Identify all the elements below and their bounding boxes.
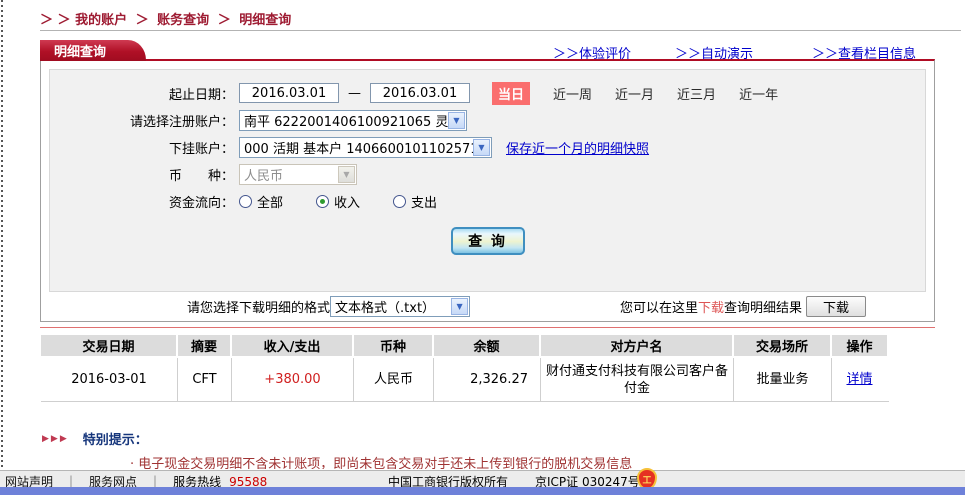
footer: 网站声明 ｜ 服务网点 ｜ 服务热线 95588 中国工商银行版权所有 京ICP… — [0, 470, 965, 487]
currency-label: 币 种： — [50, 165, 234, 184]
query-panel: 起止日期： 2016.03.01 — 2016.03.01 当日 近一周 近一月… — [40, 59, 935, 322]
table-header-row: 交易日期 摘要 收入/支出 币种 余额 对方户名 交易场所 操作 — [41, 335, 889, 356]
detail-link[interactable]: 详情 — [846, 371, 872, 388]
flow-option-label: 全部 — [257, 192, 283, 211]
form-row-currency: 币 种： 人民币 ▼ — [50, 163, 925, 185]
breadcrumb-separator: ＞ — [218, 13, 231, 28]
registered-account-value: 南平 6222001406100921065 灵通卡 — [240, 111, 448, 130]
sub-account-value: 000 活期 基本户 1406600101102571848 — [240, 138, 473, 157]
chevron-down-icon[interactable]: ▼ — [473, 139, 490, 156]
quick-range-month[interactable]: 近一月 — [615, 84, 654, 103]
date-dash: — — [348, 86, 361, 101]
sub-account-label: 下挂账户： — [50, 138, 234, 157]
page: ＞ ＞ 我的账户 ＞ 账务查询 ＞ 明细查询 明细查询 ＞＞体验评价 ＞＞自动演… — [0, 0, 965, 495]
download-hint-post: 查询明细结果 — [724, 301, 802, 316]
flow-label: 资金流向： — [50, 192, 234, 211]
sub-account-select[interactable]: 000 活期 基本户 1406600101102571848 ▼ — [239, 137, 492, 158]
results-table: 交易日期 摘要 收入/支出 币种 余额 对方户名 交易场所 操作 2016-03… — [41, 335, 889, 402]
account-label: 请选择注册账户： — [50, 111, 234, 130]
download-hint-red: 下载 — [698, 301, 724, 316]
query-button[interactable]: 查 询 — [451, 227, 525, 255]
quick-range-3months[interactable]: 近三月 — [677, 84, 716, 103]
query-form: 起止日期： 2016.03.01 — 2016.03.01 当日 近一周 近一月… — [49, 69, 926, 292]
flow-option-label: 收入 — [334, 192, 360, 211]
currency-select: 人民币 ▼ — [239, 164, 357, 185]
notice-title: 特别提示： — [83, 429, 148, 448]
divider-line — [40, 30, 961, 31]
flow-radio[interactable] — [316, 195, 329, 208]
col-header-action: 操作 — [832, 335, 887, 356]
breadcrumb-prefix: ＞ ＞ — [40, 13, 71, 28]
col-header-currency: 币种 — [354, 335, 434, 356]
download-button[interactable]: 下载 — [806, 296, 866, 317]
form-row-date: 起止日期： 2016.03.01 — 2016.03.01 当日 近一周 近一月… — [50, 82, 925, 104]
bottom-blue-bar — [0, 487, 965, 495]
cell-counterparty: 财付通支付科技有限公司客户备付金 — [541, 358, 734, 401]
download-format-value: 文本格式（.txt） — [331, 297, 451, 316]
cell-action: 详情 — [832, 358, 887, 401]
form-row-account: 请选择注册账户： 南平 6222001406100921065 灵通卡 ▼ — [50, 109, 925, 131]
quick-range-year[interactable]: 近一年 — [739, 84, 778, 103]
save-snapshot-link[interactable]: 保存近一个月的明细快照 — [506, 138, 649, 157]
download-row: 请您选择下载明细的格式 文本格式（.txt） ▼ 您可以在这里下载查询明细结果 … — [41, 292, 934, 321]
quick-range-today[interactable]: 当日 — [492, 82, 530, 105]
col-header-date: 交易日期 — [41, 335, 178, 356]
breadcrumb-item-my-account[interactable]: 我的账户 — [75, 13, 127, 28]
breadcrumb-separator: ＞ — [136, 13, 149, 28]
registered-account-select[interactable]: 南平 6222001406100921065 灵通卡 ▼ — [239, 110, 467, 131]
download-hint-pre: 您可以在这里 — [620, 301, 698, 316]
date-range-label: 起止日期： — [50, 84, 234, 103]
chevron-down-icon: ▼ — [338, 166, 355, 183]
quick-range-week[interactable]: 近一周 — [553, 84, 592, 103]
chevron-down-icon[interactable]: ▼ — [448, 112, 465, 129]
form-row-sub-account: 下挂账户： 000 活期 基本户 1406600101102571848 ▼ 保… — [50, 136, 925, 158]
notice-body: · 电子现金交易明细不含未计账项，即尚未包含交易对手还未上传到银行的脱机交易信息 — [130, 453, 930, 469]
cell-amount: +380.00 — [232, 358, 354, 401]
cell-venue: 批量业务 — [734, 358, 832, 401]
chevron-down-icon[interactable]: ▼ — [451, 298, 468, 315]
cell-date: 2016-03-01 — [41, 358, 178, 401]
flow-option-income[interactable]: 收入 — [316, 192, 360, 211]
col-header-counterparty: 对方户名 — [541, 335, 734, 356]
col-header-venue: 交易场所 — [734, 335, 832, 356]
download-hint: 您可以在这里下载查询明细结果 — [620, 297, 802, 316]
tab-title: 明细查询 — [54, 41, 106, 60]
col-header-summary: 摘要 — [178, 335, 232, 356]
col-header-balance: 余额 — [434, 335, 541, 356]
download-format-label: 请您选择下载明细的格式 — [187, 297, 330, 316]
triple-arrow-icon: ▶▶▶ — [42, 434, 69, 444]
date-to-input[interactable]: 2016.03.01 — [370, 83, 470, 103]
left-edge-dots — [1, 0, 3, 470]
table-row: 2016-03-01 CFT +380.00 人民币 2,326.27 财付通支… — [41, 358, 889, 402]
flow-option-expense[interactable]: 支出 — [393, 192, 437, 211]
cell-summary: CFT — [178, 358, 232, 401]
cell-currency: 人民币 — [354, 358, 434, 401]
download-format-select[interactable]: 文本格式（.txt） ▼ — [330, 296, 470, 317]
breadcrumb: ＞ ＞ 我的账户 ＞ 账务查询 ＞ 明细查询 — [40, 9, 291, 28]
cell-balance: 2,326.27 — [434, 358, 541, 401]
tab-detail-query: 明细查询 — [40, 40, 146, 61]
flow-radio[interactable] — [239, 195, 252, 208]
flow-option-label: 支出 — [411, 192, 437, 211]
col-header-amount: 收入/支出 — [232, 335, 354, 356]
flow-option-all[interactable]: 全部 — [239, 192, 283, 211]
red-separator-line — [40, 327, 935, 328]
currency-value: 人民币 — [240, 165, 338, 184]
date-from-input[interactable]: 2016.03.01 — [239, 83, 339, 103]
special-notice: ▶▶▶ 特别提示： — [42, 429, 148, 448]
flow-radio[interactable] — [393, 195, 406, 208]
breadcrumb-item-account-query[interactable]: 账务查询 — [157, 13, 209, 28]
form-row-flow: 资金流向： 全部 收入 支出 — [50, 190, 925, 212]
breadcrumb-item-detail-query[interactable]: 明细查询 — [239, 13, 291, 28]
